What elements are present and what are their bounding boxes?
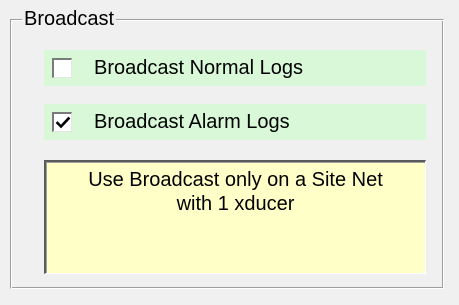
- checkmark-icon: [55, 116, 71, 129]
- broadcast-alarm-logs-label[interactable]: Broadcast Alarm Logs: [94, 104, 290, 140]
- notice-line-2: with 1 xducer: [176, 193, 295, 215]
- broadcast-notice-box: Use Broadcast only on a Site Net with 1 …: [44, 160, 426, 274]
- broadcast-normal-logs-checkbox[interactable]: [52, 58, 72, 78]
- groupbox-title: Broadcast: [22, 8, 117, 30]
- broadcast-alarm-logs-option[interactable]: Broadcast Alarm Logs: [44, 104, 426, 140]
- broadcast-normal-logs-option[interactable]: Broadcast Normal Logs: [44, 50, 426, 86]
- notice-line-1: Use Broadcast only on a Site Net: [88, 169, 383, 191]
- broadcast-alarm-logs-checkbox[interactable]: [52, 112, 72, 132]
- broadcast-normal-logs-label[interactable]: Broadcast Normal Logs: [94, 50, 303, 86]
